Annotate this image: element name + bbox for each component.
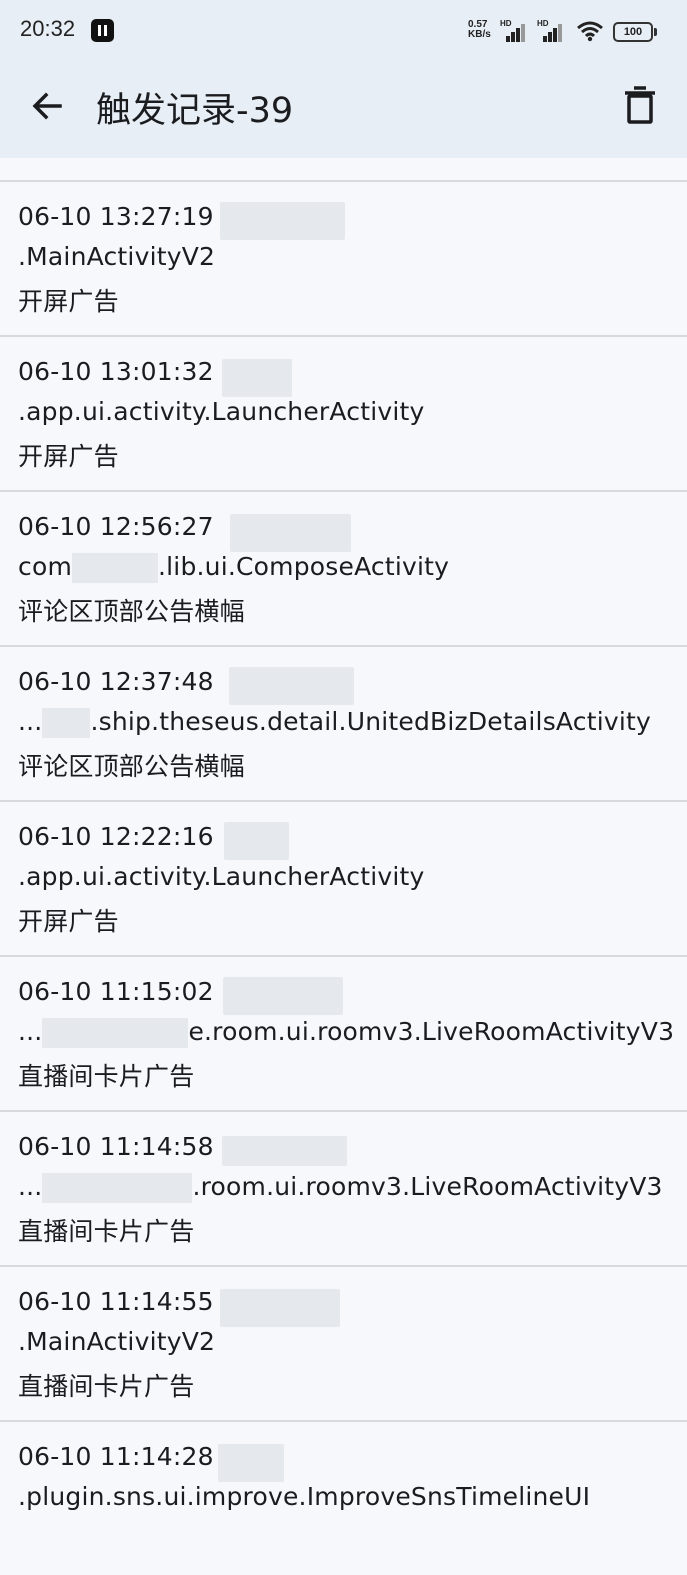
activity-suffix: e.room.ui.roomv3.LiveRoomActivityV3 bbox=[188, 1017, 675, 1046]
trash-icon[interactable] bbox=[620, 84, 660, 128]
record-rule: 开屏广告 bbox=[18, 287, 119, 316]
app-bar: 触发记录-39 bbox=[0, 62, 687, 158]
redacted-app-name bbox=[220, 1289, 340, 1327]
redacted-app-name bbox=[218, 1444, 284, 1482]
activity-suffix: .lib.ui.ComposeActivity bbox=[158, 552, 450, 581]
record-time: 06-10 13:27:19 bbox=[18, 202, 214, 231]
record-time: 06-10 12:22:16 bbox=[18, 822, 214, 851]
redacted-app-name bbox=[224, 822, 289, 860]
list-item[interactable]: 06-10 13:27:19 .MainActivityV2 开屏广告 bbox=[0, 180, 687, 335]
redacted-package bbox=[42, 1018, 189, 1048]
status-time: 20:32 bbox=[20, 16, 76, 41]
wifi-icon bbox=[577, 21, 603, 42]
record-rule: 评论区顶部公告横幅 bbox=[18, 752, 245, 781]
record-rule: 开屏广告 bbox=[18, 907, 119, 936]
record-time: 06-10 12:37:48 bbox=[18, 667, 214, 696]
page-title: 触发记录-39 bbox=[96, 91, 294, 131]
record-activity: .app.ui.activity.LauncherActivity bbox=[18, 397, 425, 426]
redacted-app-name bbox=[222, 359, 292, 397]
redacted-app-name bbox=[230, 514, 351, 552]
record-time: 06-10 11:14:58 bbox=[18, 1132, 214, 1161]
list-item[interactable]: 06-10 12:56:27 com .lib.ui.ComposeActivit… bbox=[0, 490, 687, 645]
activity-prefix: ... bbox=[18, 1017, 43, 1046]
network-speed: 0.57 KB/s bbox=[468, 20, 491, 40]
record-rule: 评论区顶部公告横幅 bbox=[18, 597, 245, 626]
record-time: 06-10 11:15:02 bbox=[18, 977, 214, 1006]
redacted-package bbox=[42, 1173, 193, 1203]
list-item[interactable]: 06-10 11:14:58 ... .room.ui.roomv3.LiveRo… bbox=[0, 1110, 687, 1265]
record-time: 06-10 11:14:55 bbox=[18, 1287, 214, 1316]
redacted-app-name bbox=[222, 1136, 347, 1166]
list-item[interactable]: 06-10 11:15:02 ... e.room.ui.roomv3.LiveR… bbox=[0, 955, 687, 1110]
activity-prefix: com bbox=[18, 552, 72, 581]
signal-hd-label-2: HD bbox=[537, 19, 549, 28]
record-activity: ... .room.ui.roomv3.LiveRoomActivityV3 bbox=[18, 1172, 663, 1203]
list-item[interactable]: 06-10 11:14:55 .MainActivityV2 直播间卡片广告 bbox=[0, 1265, 687, 1420]
record-activity: .MainActivityV2 bbox=[18, 242, 216, 271]
redacted-package bbox=[42, 708, 91, 738]
list-item[interactable]: 06-10 13:01:32 .app.ui.activity.Launcher… bbox=[0, 335, 687, 490]
record-activity: ... e.room.ui.roomv3.LiveRoomActivityV3 bbox=[18, 1017, 674, 1048]
redacted-package bbox=[72, 553, 158, 583]
list-item[interactable]: 06-10 12:22:16 .app.ui.activity.Launcher… bbox=[0, 800, 687, 955]
signal-icon: HD bbox=[500, 19, 530, 42]
record-activity: ... .ship.theseus.detail.UnitedBizDetails… bbox=[18, 707, 651, 738]
record-rule: 直播间卡片广告 bbox=[18, 1062, 195, 1091]
redacted-app-name bbox=[220, 202, 345, 240]
activity-prefix: ... bbox=[18, 707, 43, 736]
record-rule: 直播间卡片广告 bbox=[18, 1372, 195, 1401]
record-rule: 直播间卡片广告 bbox=[18, 1217, 195, 1246]
activity-suffix: .room.ui.roomv3.LiveRoomActivityV3 bbox=[192, 1172, 663, 1201]
network-speed-unit: KB/s bbox=[468, 29, 491, 40]
activity-suffix: .ship.theseus.detail.UnitedBizDetailsAct… bbox=[90, 707, 652, 736]
redacted-app-name bbox=[229, 667, 354, 705]
pause-icon bbox=[91, 19, 114, 42]
record-activity: .plugin.sns.ui.improve.ImproveSnsTimelin… bbox=[18, 1482, 591, 1511]
record-time: 06-10 11:14:28 bbox=[18, 1442, 214, 1471]
status-bar: 20:32 0.57 KB/s HD HD 100 bbox=[0, 0, 687, 62]
record-time: 06-10 13:01:32 bbox=[18, 357, 214, 386]
signal-hd-label: HD bbox=[500, 19, 512, 28]
activity-prefix: ... bbox=[18, 1172, 43, 1201]
record-activity: .MainActivityV2 bbox=[18, 1327, 216, 1356]
record-rule: 开屏广告 bbox=[18, 442, 119, 471]
record-list: 06-10 13:27:19 .MainActivityV2 开屏广告 06-1… bbox=[0, 180, 687, 1575]
record-time: 06-10 12:56:27 bbox=[18, 512, 214, 541]
arrow-back-icon[interactable] bbox=[26, 84, 70, 128]
redacted-app-name bbox=[223, 977, 343, 1015]
signal-icon-2: HD bbox=[537, 19, 567, 42]
list-item[interactable]: 06-10 11:14:28 .plugin.sns.ui.improve.Im… bbox=[0, 1420, 687, 1575]
list-item[interactable]: 06-10 12:37:48 ... .ship.theseus.detail.U… bbox=[0, 645, 687, 800]
record-activity: .app.ui.activity.LauncherActivity bbox=[18, 862, 425, 891]
battery-icon: 100 bbox=[613, 22, 657, 42]
record-activity: com .lib.ui.ComposeActivity bbox=[18, 552, 449, 583]
